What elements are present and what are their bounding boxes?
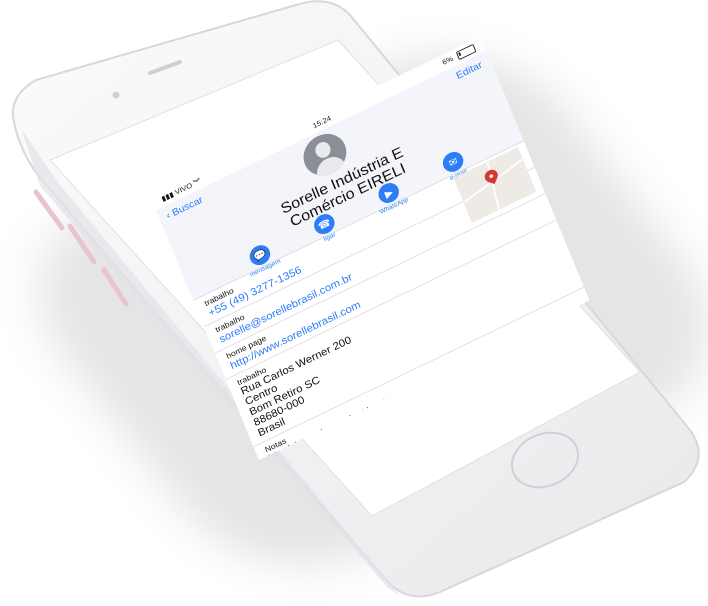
chevron-left-icon: ‹ <box>164 210 173 222</box>
map-pin-icon <box>482 168 500 185</box>
front-camera <box>112 91 120 99</box>
signal-icon: ▮▮▮ <box>160 189 175 203</box>
wifi-icon: ︾ <box>192 176 203 188</box>
edit-button[interactable]: Editar <box>455 60 484 82</box>
